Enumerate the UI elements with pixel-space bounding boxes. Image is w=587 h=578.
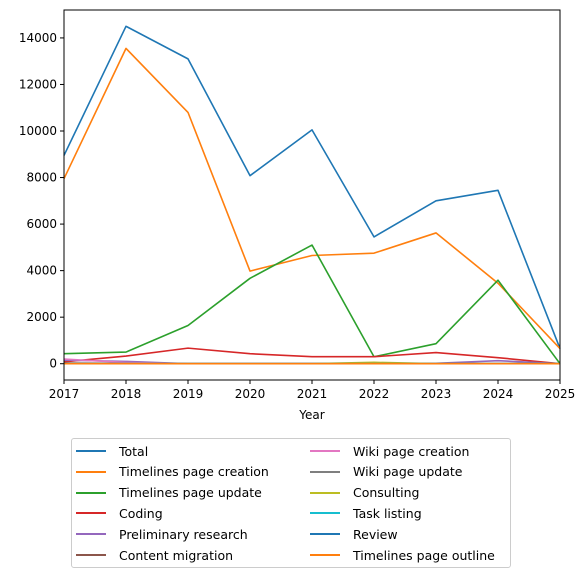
legend-swatch bbox=[310, 450, 340, 452]
y-tick-label: 6000 bbox=[26, 217, 57, 231]
legend-item: Timelines page update bbox=[76, 483, 262, 503]
legend-swatch bbox=[76, 491, 106, 494]
legend-item: Wiki page creation bbox=[310, 441, 469, 461]
legend-item: Total bbox=[76, 441, 148, 461]
x-axis-label: Year bbox=[298, 408, 324, 422]
legend-label: Timelines page update bbox=[119, 485, 262, 501]
legend-label: Wiki page update bbox=[353, 464, 463, 480]
legend-label: Timelines page outline bbox=[353, 547, 495, 563]
x-tick-label: 2024 bbox=[483, 387, 514, 401]
legend-swatch bbox=[76, 470, 106, 473]
legend-item: Task listing bbox=[310, 503, 422, 523]
legend-label: Content migration bbox=[119, 547, 234, 563]
x-tick-label: 2023 bbox=[421, 387, 452, 401]
x-tick-label: 2020 bbox=[235, 387, 266, 401]
x-tick-label: 2019 bbox=[173, 387, 204, 401]
legend-swatch bbox=[310, 554, 340, 556]
y-tick-label: 0 bbox=[49, 357, 57, 371]
legend-label: Wiki page creation bbox=[353, 443, 470, 459]
legend-label: Timelines page creation bbox=[119, 464, 269, 480]
legend-swatch bbox=[76, 533, 106, 536]
legend-label: Consulting bbox=[353, 485, 420, 501]
y-tick-label: 2000 bbox=[26, 310, 57, 324]
legend-item: Preliminary research bbox=[76, 524, 248, 544]
y-tick-label: 10000 bbox=[19, 124, 57, 138]
x-tick-label: 2017 bbox=[49, 387, 80, 401]
x-tick-label: 2021 bbox=[297, 387, 328, 401]
x-tick-label: 2018 bbox=[111, 387, 142, 401]
x-tick-label: 2025 bbox=[545, 387, 576, 401]
legend-item: Consulting bbox=[310, 483, 419, 503]
y-tick-label: 14000 bbox=[19, 31, 57, 45]
legend-item: Wiki page update bbox=[310, 462, 462, 482]
legend-label: Coding bbox=[119, 505, 163, 521]
series-line-total bbox=[63, 25, 561, 349]
legend-item: Review bbox=[310, 524, 398, 544]
legend-swatch bbox=[76, 512, 106, 515]
series-line-timelines-page-update bbox=[63, 244, 561, 365]
y-tick-label: 4000 bbox=[26, 264, 57, 278]
legend-swatch bbox=[76, 554, 106, 556]
legend-swatch bbox=[310, 491, 340, 494]
legend-item: Timelines page outline bbox=[310, 545, 495, 565]
y-axis: 0 2000 4000 6000 8000 10000 12000 14000 bbox=[19, 31, 64, 371]
legend-label: Preliminary research bbox=[119, 526, 248, 542]
legend-item: Timelines page creation bbox=[76, 462, 269, 482]
legend-label: Review bbox=[353, 526, 398, 542]
legend-item: Coding bbox=[76, 503, 163, 523]
legend-item: Content migration bbox=[76, 545, 233, 565]
axes-frame bbox=[63, 9, 561, 381]
legend: Total Timelines page creation Timelines pa… bbox=[71, 438, 511, 568]
y-tick-label: 8000 bbox=[26, 171, 57, 185]
x-tick-label: 2022 bbox=[359, 387, 390, 401]
legend-swatch bbox=[76, 450, 106, 452]
legend-swatch bbox=[310, 470, 340, 473]
legend-swatch bbox=[310, 512, 340, 515]
legend-label: Total bbox=[119, 443, 149, 459]
line-chart: 2017 2018 2019 2020 2021 2022 2023 2024 2025 0 20… bbox=[19, 9, 576, 422]
legend-swatch bbox=[310, 533, 340, 536]
series-line-timelines-page-creation bbox=[63, 47, 561, 350]
x-axis: 2017 2018 2019 2020 2021 2022 2023 2024 2025 bbox=[49, 380, 576, 401]
y-tick-label: 12000 bbox=[19, 77, 57, 91]
legend-label: Task listing bbox=[353, 505, 422, 521]
plot-lines bbox=[63, 25, 561, 365]
